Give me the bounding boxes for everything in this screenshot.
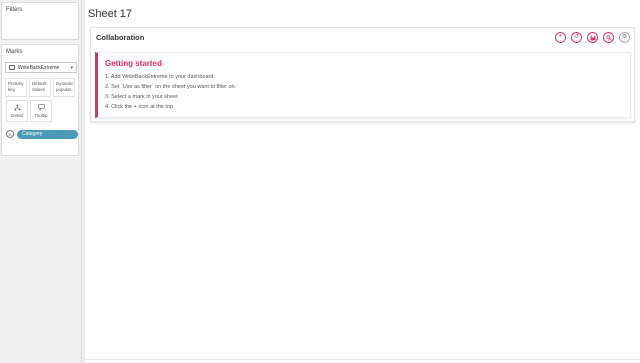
save-button[interactable] xyxy=(587,32,598,43)
chevron-down-icon: ▾ xyxy=(70,65,73,71)
tooltip-label: Tooltip xyxy=(34,113,48,118)
getting-started-title: Getting started xyxy=(105,59,162,68)
filters-title: Filters xyxy=(6,7,23,13)
plus-icon: + xyxy=(558,34,563,40)
detail-label: Detail xyxy=(11,113,23,118)
marks-title: Marks xyxy=(6,49,23,55)
step-3: 3. Select a mark in your sheet xyxy=(105,94,178,100)
settings-button[interactable]: ⚙ xyxy=(619,32,630,43)
filters-card[interactable]: Filters xyxy=(1,2,79,40)
mark-type-dropdown[interactable]: WriteBackExtreme ▾ xyxy=(5,62,77,73)
category-pill-label: Category xyxy=(22,130,43,137)
left-panel: Filters Marks WriteBackExtreme ▾ Primary… xyxy=(0,0,82,363)
collaboration-title: Collaboration xyxy=(96,33,145,42)
search-icon xyxy=(605,34,612,41)
gear-icon: ⚙ xyxy=(621,34,628,40)
detail-shelf[interactable]: Detail xyxy=(6,100,28,122)
step-1: 1. Add WriteBackExtreme to your dashboar… xyxy=(105,74,214,80)
primary-key-shelf[interactable]: Primary key xyxy=(5,78,27,97)
page-title: Sheet 17 xyxy=(88,8,133,20)
getting-started-card: Getting started 1. Add WriteBackExtreme … xyxy=(95,52,631,118)
step-2: 2. Set `Use as filter` on the sheet you … xyxy=(105,84,237,90)
category-pill[interactable]: Category xyxy=(17,129,78,139)
mark-type-label: WriteBackExtreme xyxy=(18,64,60,71)
writeback-icon xyxy=(9,65,15,70)
marks-card: Marks WriteBackExtreme ▾ Primary key Def… xyxy=(1,44,79,156)
add-button[interactable]: + xyxy=(555,32,566,43)
collaboration-panel: Collaboration + ↺ ⚙ Getting started 1. A xyxy=(90,27,635,122)
text-encoding-icon: A xyxy=(6,130,14,138)
dynamic-populate-shelf[interactable]: Dynamic populat.. xyxy=(53,78,75,97)
divider xyxy=(85,359,640,360)
getting-started-steps: 1. Add WriteBackExtreme to your dashboar… xyxy=(105,72,236,112)
step-4: 4. Click the + icon at the top xyxy=(105,104,174,110)
detail-icon xyxy=(13,104,21,111)
tooltip-icon xyxy=(37,104,45,111)
default-values-shelf[interactable]: Default values xyxy=(29,78,51,97)
sheet-area: Sheet 17 Collaboration + ↺ ⚙ Getting sta… xyxy=(84,0,640,363)
search-button[interactable] xyxy=(603,32,614,43)
category-field-row: A Category xyxy=(6,129,78,139)
tooltip-shelf[interactable]: Tooltip xyxy=(30,100,52,122)
save-icon xyxy=(590,35,595,40)
history-icon: ↺ xyxy=(573,34,580,40)
history-button[interactable]: ↺ xyxy=(571,32,582,43)
